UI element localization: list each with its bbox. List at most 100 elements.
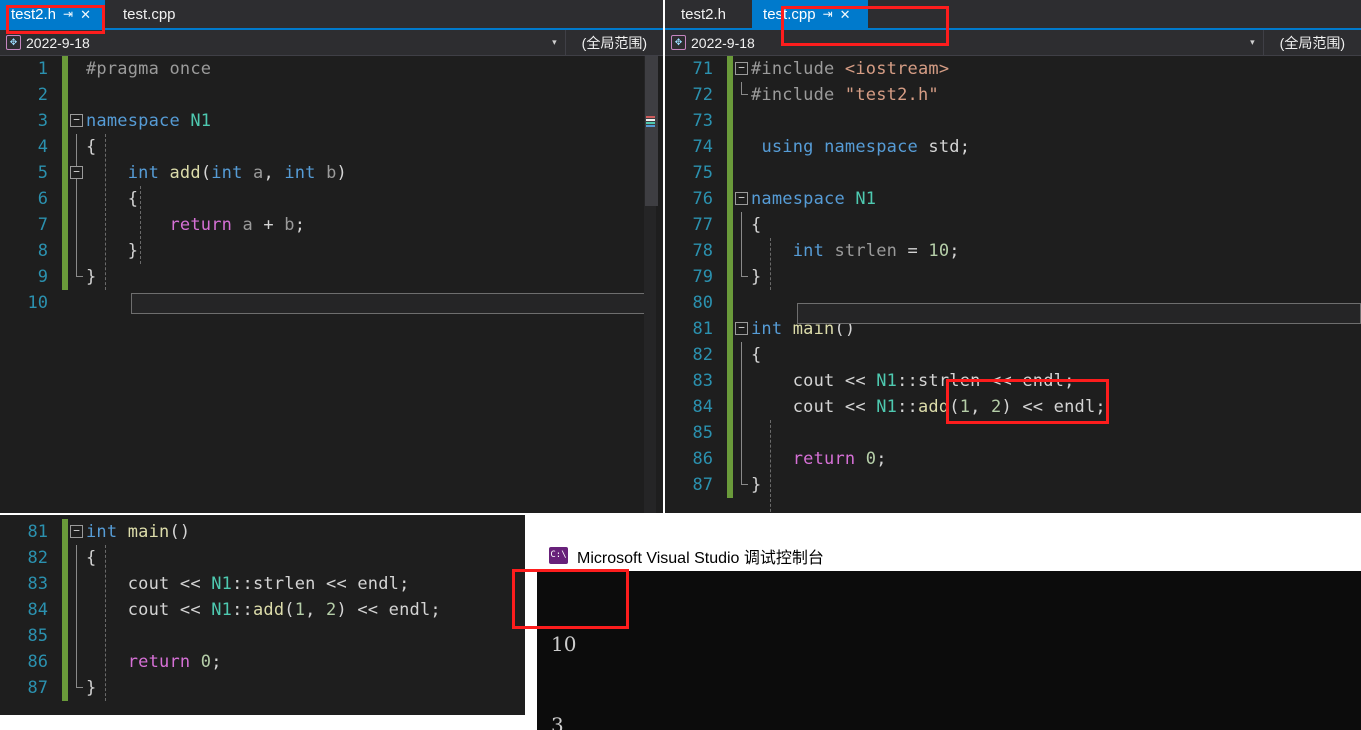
indent-guide xyxy=(105,545,106,701)
tab-test2h-right[interactable]: test2.h xyxy=(665,0,743,28)
code-text: int strlen = 10; xyxy=(792,241,960,261)
fold-gutter[interactable] xyxy=(68,186,86,212)
fold-gutter[interactable] xyxy=(733,420,751,446)
scope-dropdown-right[interactable]: (全局范围) xyxy=(1264,30,1361,55)
fold-toggle-icon[interactable]: − xyxy=(735,62,748,75)
vertical-scrollbar-left[interactable] xyxy=(644,56,658,513)
scope-dropdown-left[interactable]: (全局范围) xyxy=(566,30,663,55)
fold-gutter[interactable] xyxy=(68,675,86,701)
tab-test2h-left[interactable]: test2.h ⇥ ✕ xyxy=(0,0,105,28)
fold-gutter[interactable]: − xyxy=(733,56,751,82)
code-line: 2 xyxy=(0,82,663,108)
fold-toggle-icon[interactable]: − xyxy=(70,114,83,127)
screenshot-root: test2.h ⇥ ✕ test.cpp ✥ 2022-9-18 ▾ (全局范围… xyxy=(0,0,1361,730)
line-number: 1 xyxy=(37,59,48,79)
fold-gutter[interactable] xyxy=(68,623,86,649)
code-line: 82 { xyxy=(0,545,525,571)
line-number: 86 xyxy=(692,449,713,469)
debug-console-window[interactable]: C:\ Microsoft Visual Studio 调试控制台 10 3 E… xyxy=(537,540,1361,730)
line-number: 9 xyxy=(37,267,48,287)
current-line-box xyxy=(131,293,651,314)
line-number: 78 xyxy=(692,241,713,261)
scope-label: (全局范围) xyxy=(581,34,647,51)
code-line: 76 − namespace N1 xyxy=(665,186,1361,212)
editor-panel-testcpp: test2.h test.cpp ⇥ ✕ ✥ 2022-9-18 ▾ (全局范围… xyxy=(665,0,1361,513)
fold-gutter[interactable] xyxy=(68,545,86,571)
line-number: 8 xyxy=(37,241,48,261)
tabstrip-left: test2.h ⇥ ✕ test.cpp xyxy=(0,0,663,30)
fold-gutter[interactable] xyxy=(733,342,751,368)
fold-gutter[interactable] xyxy=(733,472,751,498)
scope-label: (全局范围) xyxy=(1279,34,1345,51)
code-text: cout << N1::strlen << endl; xyxy=(792,371,1075,391)
line-number: 4 xyxy=(37,137,48,157)
fold-gutter[interactable] xyxy=(733,290,751,316)
fold-gutter[interactable]: − xyxy=(733,316,751,342)
fold-gutter[interactable] xyxy=(733,368,751,394)
tab-testcpp-left[interactable]: test.cpp xyxy=(105,0,194,28)
line-number: 80 xyxy=(692,293,713,313)
line-number: 83 xyxy=(692,371,713,391)
code-line: 84 cout << N1::add(1, 2) << endl; xyxy=(665,394,1361,420)
fold-gutter[interactable] xyxy=(733,160,751,186)
fold-gutter[interactable] xyxy=(733,264,751,290)
fold-gutter[interactable] xyxy=(68,571,86,597)
fold-gutter[interactable] xyxy=(733,108,751,134)
project-dropdown-right[interactable]: ✥ 2022-9-18 ▾ xyxy=(665,30,1264,55)
code-line: 83 cout << N1::strlen << endl; xyxy=(0,571,525,597)
line-number: 86 xyxy=(27,652,48,672)
fold-gutter[interactable] xyxy=(68,212,86,238)
fold-gutter[interactable] xyxy=(733,446,751,472)
fold-toggle-icon[interactable]: − xyxy=(70,166,83,179)
chevron-down-icon[interactable]: ▾ xyxy=(1250,37,1263,48)
code-area-testcpp[interactable]: 71 − #include <iostream> 72 #include "te… xyxy=(665,56,1361,513)
fold-gutter[interactable] xyxy=(733,134,751,160)
pin-icon[interactable]: ⇥ xyxy=(63,8,73,20)
fold-gutter[interactable] xyxy=(733,238,751,264)
tabstrip-right: test2.h test.cpp ⇥ ✕ xyxy=(665,0,1361,30)
chevron-down-icon[interactable]: ▾ xyxy=(552,37,565,48)
line-number: 6 xyxy=(37,189,48,209)
fold-gutter[interactable]: − xyxy=(733,186,751,212)
close-icon[interactable]: ✕ xyxy=(80,8,91,21)
code-text: using namespace std; xyxy=(761,137,971,157)
tab-testcpp-right[interactable]: test.cpp ⇥ ✕ xyxy=(752,0,869,28)
code-area-test2h[interactable]: 1 #pragma once 2 3 − namespace N1 4 {5 … xyxy=(0,56,663,513)
fold-gutter[interactable]: − xyxy=(68,519,86,545)
fold-gutter[interactable] xyxy=(68,238,86,264)
code-text: cout << N1::add(1, 2) << endl; xyxy=(127,600,441,620)
fold-gutter[interactable] xyxy=(68,264,86,290)
code-area-main-excerpt[interactable]: 81 − int main() 82 { 83 cout << N1::strl… xyxy=(0,515,525,701)
fold-gutter[interactable]: − xyxy=(68,108,86,134)
fold-gutter[interactable] xyxy=(733,212,751,238)
project-name: 2022-9-18 xyxy=(691,34,755,51)
fold-gutter[interactable] xyxy=(68,290,86,316)
project-dropdown-left[interactable]: ✥ 2022-9-18 ▾ xyxy=(0,30,566,55)
line-number: 77 xyxy=(692,215,713,235)
fold-gutter[interactable] xyxy=(68,649,86,675)
close-icon[interactable]: ✕ xyxy=(840,8,851,21)
fold-gutter[interactable] xyxy=(68,597,86,623)
fold-toggle-icon[interactable]: − xyxy=(735,192,748,205)
fold-gutter[interactable] xyxy=(733,82,751,108)
line-number: 74 xyxy=(692,137,713,157)
fold-toggle-icon[interactable]: − xyxy=(735,322,748,335)
tab-label: test.cpp xyxy=(763,5,816,23)
fold-gutter[interactable] xyxy=(68,82,86,108)
code-text: } xyxy=(127,241,139,261)
fold-gutter[interactable] xyxy=(733,394,751,420)
line-number: 75 xyxy=(692,163,713,183)
fold-gutter[interactable] xyxy=(68,134,86,160)
fold-gutter[interactable]: − xyxy=(68,160,86,186)
fold-gutter[interactable] xyxy=(68,56,86,82)
pin-icon[interactable]: ⇥ xyxy=(823,8,833,20)
line-number: 85 xyxy=(27,626,48,646)
fold-toggle-icon[interactable]: − xyxy=(70,525,83,538)
code-text: cout << N1::add(1, 2) << endl; xyxy=(792,397,1106,417)
code-line: 85 xyxy=(0,623,525,649)
code-text: } xyxy=(86,267,97,287)
line-number: 76 xyxy=(692,189,713,209)
line-number: 87 xyxy=(692,475,713,495)
scrollbar-thumb[interactable] xyxy=(645,56,658,206)
line-number: 73 xyxy=(692,111,713,131)
